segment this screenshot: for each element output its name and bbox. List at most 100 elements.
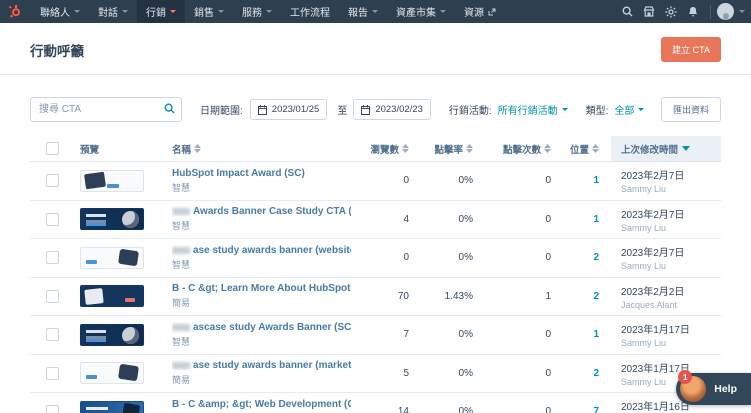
views-value: 0 <box>403 252 409 264</box>
cta-name-link[interactable]: B - C &gt; Learn More About HubSpot Sale… <box>172 283 351 294</box>
cta-name-link[interactable]: HubSpot Impact Award (SC) <box>172 168 305 179</box>
clicks-value: 0 <box>545 406 551 413</box>
header-last-modified[interactable]: 上次修改時間 <box>611 136 721 161</box>
placement-link[interactable]: 1 <box>593 329 599 340</box>
cta-name-link[interactable]: ascase study Awards Banner (SC) <box>172 322 351 333</box>
marketplace-icon[interactable] <box>638 0 660 23</box>
search-icon[interactable] <box>616 0 638 23</box>
cta-preview-thumbnail[interactable] <box>80 208 144 231</box>
modified-by: Sammy Liu <box>621 184 667 195</box>
modified-date: 2023年2月2日 <box>621 286 685 298</box>
views-value: 5 <box>403 367 409 379</box>
navbar-menu-item[interactable]: 資源 <box>455 0 505 23</box>
cta-preview-thumbnail[interactable] <box>80 362 144 385</box>
navbar-menu-item[interactable]: 服務 <box>233 0 281 23</box>
navbar-menu-item[interactable]: 報告 <box>339 0 387 23</box>
settings-gear-icon[interactable] <box>660 0 682 23</box>
cta-name-link[interactable]: ase study awards banner (website -... <box>172 245 351 256</box>
page-header: 行動呼籲 建立 CTA <box>0 23 751 75</box>
cta-table: 預覽 名稱 瀏覽數 點擊率 點擊次數 位置 上次修改時間 HubSpot Imp… <box>30 136 721 413</box>
date-from-input[interactable]: 2023/01/25 <box>249 99 328 120</box>
campaign-filter-label: 行銷活動: <box>448 106 492 117</box>
cta-type-label: 智慧 <box>172 182 191 193</box>
click-rate-value: 0% <box>458 213 473 225</box>
chevron-down-icon <box>561 108 568 114</box>
sort-icon <box>402 144 409 153</box>
chevron-down-icon <box>122 10 128 16</box>
navbar-menu-item[interactable]: 工作流程 <box>281 0 339 23</box>
navbar-menu: 聯絡人 對話 行銷 銷售 服務 工作流程 報告 資產市集 資源 <box>0 0 505 23</box>
clicks-value: 0 <box>545 213 551 225</box>
page-title: 行動呼籲 <box>30 43 84 59</box>
navbar-menu-item[interactable]: 資產市集 <box>387 0 455 23</box>
row-checkbox[interactable] <box>46 251 59 265</box>
table-row: B - C &gt; Learn More About HubSpot Sale… <box>30 277 721 316</box>
navbar-menu-item[interactable]: 對話 <box>89 0 137 23</box>
type-filter-dropdown[interactable]: 全部 <box>614 102 645 117</box>
help-widget-button[interactable]: 1 Help <box>676 370 751 405</box>
chevron-down-icon <box>218 10 224 16</box>
cta-preview-thumbnail[interactable] <box>80 169 144 192</box>
avatar-caret-icon[interactable] <box>739 10 745 16</box>
placement-link[interactable]: 2 <box>593 252 599 263</box>
calendar-icon <box>257 104 267 115</box>
views-value: 70 <box>397 290 409 302</box>
chevron-down-icon <box>266 10 272 16</box>
date-to-input[interactable]: 2023/02/23 <box>353 99 431 120</box>
row-checkbox[interactable] <box>46 366 59 380</box>
navbar-menu-item[interactable]: 銷售 <box>185 0 233 23</box>
header-name[interactable]: 名稱 <box>172 136 351 161</box>
cta-manager-app: 聯絡人 對話 行銷 銷售 服務 工作流程 報告 資產市集 資源 行動呼籲 建立 … <box>0 0 751 413</box>
hubspot-logo[interactable] <box>0 0 31 23</box>
cta-type-label: 簡易 <box>172 375 191 386</box>
placement-link[interactable]: 1 <box>593 175 599 186</box>
campaign-filter-dropdown[interactable]: 所有行銷活動 <box>498 102 568 117</box>
row-checkbox[interactable] <box>46 405 59 413</box>
date-from-value: 2023/01/25 <box>271 104 320 115</box>
header-views[interactable]: 瀏覽數 <box>351 136 421 161</box>
cta-type-label: 智慧 <box>172 259 191 270</box>
table-header-row: 預覽 名稱 瀏覽數 點擊率 點擊次數 位置 上次修改時間 <box>30 136 721 162</box>
cta-preview-thumbnail[interactable] <box>80 400 144 413</box>
search-input[interactable] <box>30 97 182 122</box>
cta-name-link[interactable]: ase study awards banner (marketing - S..… <box>172 360 351 371</box>
click-rate-value: 0% <box>458 329 473 341</box>
navbar-right <box>616 0 751 23</box>
cta-preview-thumbnail[interactable] <box>80 285 144 308</box>
clicks-value: 0 <box>545 329 551 341</box>
export-data-button[interactable]: 匯出資料 <box>660 97 721 122</box>
date-to-value: 2023/02/23 <box>375 104 423 115</box>
navbar-menu-item[interactable]: 行銷 <box>137 0 185 23</box>
select-all-checkbox[interactable] <box>46 142 59 155</box>
hubspot-sprocket-icon <box>8 5 20 18</box>
calendar-icon <box>361 104 371 115</box>
chevron-down-icon <box>440 10 446 16</box>
placement-link[interactable]: 2 <box>593 368 599 379</box>
cta-preview-thumbnail[interactable] <box>80 323 144 346</box>
modified-by: Sammy Liu <box>621 338 667 349</box>
redacted-prefix <box>172 246 190 254</box>
create-cta-button[interactable]: 建立 CTA <box>661 37 721 62</box>
placement-link[interactable]: 1 <box>593 214 599 225</box>
click-rate-value: 1.43% <box>444 290 473 302</box>
row-checkbox[interactable] <box>46 212 59 226</box>
placement-link[interactable]: 7 <box>593 406 599 413</box>
placement-link[interactable]: 2 <box>593 291 599 302</box>
row-checkbox[interactable] <box>46 328 59 342</box>
sort-desc-icon <box>682 146 691 151</box>
navbar-menu-item[interactable]: 聯絡人 <box>31 0 89 23</box>
cta-preview-thumbnail[interactable] <box>80 246 144 269</box>
navbar-items-container: 聯絡人 對話 行銷 銷售 服務 工作流程 報告 資產市集 資源 <box>31 0 505 23</box>
header-placement[interactable]: 位置 <box>563 136 611 161</box>
table-row: B - C &amp; &gt; Web Development (CTA) -… <box>30 393 721 413</box>
notifications-bell-icon[interactable] <box>682 0 704 23</box>
cta-name-link[interactable]: Awards Banner Case Study CTA (SC) <box>172 206 351 217</box>
cta-name-link[interactable]: B - C &amp; &gt; Web Development (CTA) -… <box>172 399 351 410</box>
table-row: ase study awards banner (website -... 智慧… <box>30 239 721 278</box>
header-clicks[interactable]: 點擊次數 <box>485 136 563 161</box>
row-checkbox[interactable] <box>46 289 59 303</box>
user-avatar[interactable] <box>717 3 734 20</box>
header-click-rate[interactable]: 點擊率 <box>421 136 485 161</box>
search-box <box>30 97 182 122</box>
row-checkbox[interactable] <box>46 174 59 188</box>
